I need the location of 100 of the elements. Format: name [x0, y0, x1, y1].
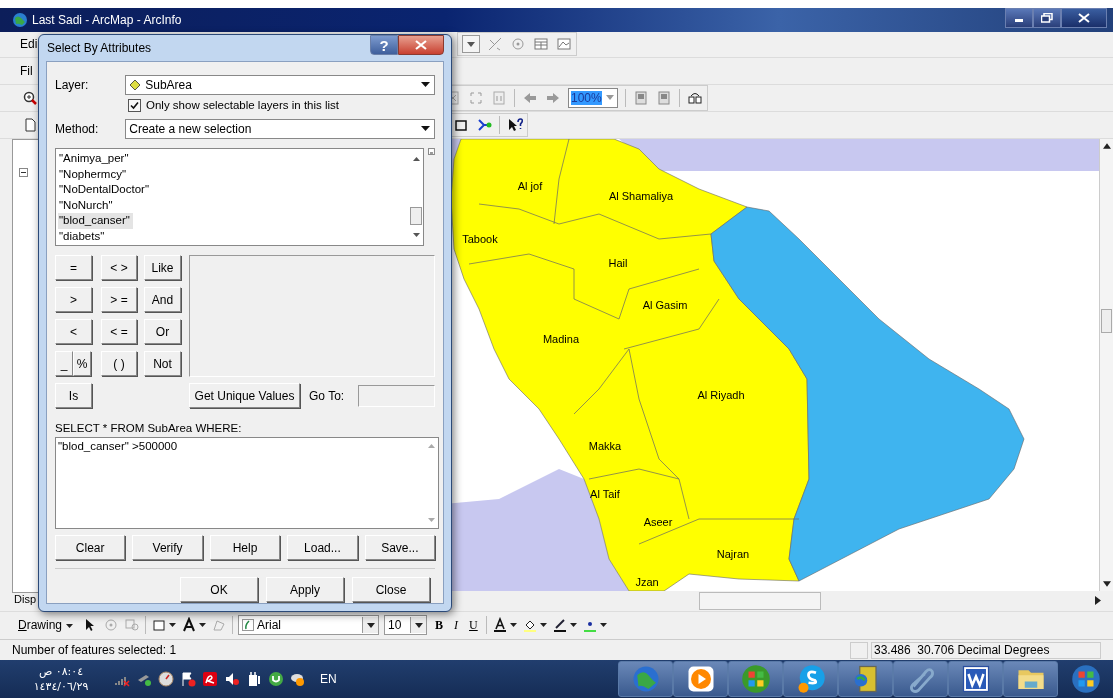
close-button[interactable] [398, 35, 444, 55]
caret-icon[interactable] [599, 623, 607, 628]
scroll-thumb[interactable] [699, 591, 821, 610]
operator-button[interactable]: < = [101, 319, 137, 344]
connector-icon[interactable] [476, 116, 492, 133]
word-processor-button[interactable] [948, 661, 1003, 697]
dialog-button[interactable]: Close [352, 577, 430, 602]
file-cabinet-button[interactable] [838, 661, 893, 697]
underline-button[interactable]: U [466, 617, 481, 633]
field-item[interactable]: "diabets" [58, 228, 108, 245]
caret-icon[interactable] [169, 623, 177, 628]
action-button[interactable]: Clear [55, 535, 126, 560]
paperclip-app-button[interactable] [893, 661, 948, 697]
collapse-icon[interactable] [19, 167, 28, 177]
resize-icon[interactable] [428, 148, 435, 155]
clock-time[interactable]: ٠٨:٠٤ ص [38, 664, 84, 679]
field-item[interactable]: "Nophermcy" [58, 166, 129, 183]
vertical-scrollbar[interactable] [1099, 138, 1113, 591]
language-indicator[interactable]: EN [320, 672, 337, 686]
windows-app-button[interactable] [728, 661, 783, 697]
torrent-icon[interactable] [268, 671, 284, 687]
italic-button[interactable]: I [451, 617, 462, 633]
font-field[interactable]: Arial [238, 615, 380, 636]
power-plug-icon[interactable] [246, 671, 262, 687]
dialog-button[interactable]: OK [180, 577, 258, 602]
caret-icon[interactable] [509, 623, 517, 628]
zoom-in-icon[interactable] [22, 89, 38, 106]
operator-button[interactable]: And [144, 287, 181, 312]
layer-dropdown[interactable]: SubArea [125, 74, 435, 95]
flag-icon[interactable] [180, 671, 196, 687]
go-to-field[interactable] [358, 384, 435, 407]
scroll-right-icon[interactable] [1095, 596, 1101, 606]
action-button[interactable]: Load... [287, 535, 358, 560]
query-label: SELECT * FROM SubArea WHERE: [55, 422, 243, 434]
operator-button[interactable]: = [55, 255, 92, 280]
layer-label: Layer: [55, 77, 90, 92]
speaker-icon[interactable] [224, 671, 240, 687]
operator-button[interactable]: < [55, 319, 92, 344]
drawing-menu[interactable]: Drawing [14, 616, 78, 635]
font-color-icon[interactable] [491, 617, 508, 634]
checkbox[interactable] [128, 98, 141, 112]
field-item[interactable]: "blod_canser" [58, 213, 133, 229]
get-unique-values-button[interactable]: Get Unique Values [189, 383, 300, 408]
method-dropdown[interactable]: Create a new selection [125, 118, 435, 139]
folder-button[interactable] [1003, 661, 1058, 697]
chat-app-button[interactable] [783, 661, 838, 697]
caret-icon[interactable] [199, 623, 207, 628]
scroll-thumb[interactable] [1101, 308, 1112, 333]
text-tool-icon[interactable] [181, 617, 198, 634]
caret-icon [467, 41, 476, 47]
help-button[interactable]: ? [370, 35, 398, 55]
operator-button[interactable]: < > [101, 255, 137, 280]
caret-icon [421, 126, 430, 131]
operator-button[interactable]: % [73, 351, 91, 376]
field-item[interactable]: "Animya_per" [58, 151, 132, 167]
display-tab[interactable]: Disp [12, 592, 41, 611]
scroll-up-icon[interactable] [1102, 142, 1111, 149]
operator-button[interactable]: Is [55, 383, 92, 408]
table-icon[interactable] [533, 36, 550, 53]
region-label: Aseer [643, 515, 673, 528]
font-size-field[interactable]: 10 [384, 615, 428, 636]
operator-button[interactable]: Or [144, 319, 181, 344]
action-button[interactable]: Save... [364, 535, 436, 560]
gauge-icon[interactable] [158, 671, 174, 687]
dialog-button[interactable]: Apply [266, 577, 344, 602]
app-icon[interactable] [202, 671, 218, 687]
page-icon[interactable] [632, 89, 649, 106]
action-button[interactable]: Help [209, 535, 281, 560]
operator-button[interactable]: ( ) [101, 351, 137, 376]
action-button[interactable]: Verify [132, 535, 203, 560]
media-player-button[interactable] [673, 661, 728, 697]
whats-this-icon[interactable] [507, 116, 523, 133]
scroll-up-icon[interactable] [412, 157, 420, 161]
caret-icon[interactable] [539, 623, 547, 628]
field-item[interactable]: "NoNurch" [58, 197, 116, 214]
caret-icon[interactable] [569, 623, 577, 628]
caret-icon [421, 82, 430, 87]
scroll-thumb[interactable] [410, 207, 423, 225]
operator-button[interactable]: > = [101, 287, 137, 312]
bold-button[interactable]: B [432, 617, 447, 633]
operator-button[interactable]: Not [144, 351, 181, 376]
scroll-down-icon[interactable] [412, 233, 420, 237]
dropdown-button[interactable] [462, 35, 481, 54]
clock-date[interactable]: ١٤٣٤/٠٦/٢٩ [33, 679, 89, 694]
picture-icon[interactable] [556, 36, 573, 53]
cloud-icon[interactable] [290, 671, 306, 687]
region-label: Al Shamaliya [608, 189, 674, 202]
editor-menu[interactable]: Edi [14, 37, 38, 52]
line-color-icon[interactable] [551, 617, 568, 634]
operator-button[interactable]: > [55, 287, 92, 312]
maximize-button[interactable] [1033, 7, 1061, 28]
minimize-button[interactable] [1005, 7, 1033, 28]
file-menu[interactable]: Fil [14, 64, 33, 79]
close-button[interactable] [1061, 7, 1107, 28]
scroll-down-icon[interactable] [1102, 580, 1111, 587]
caret-icon [605, 95, 614, 101]
field-item[interactable]: "NoDentalDoctor" [58, 182, 152, 198]
page-icon[interactable] [655, 89, 672, 106]
operator-button[interactable]: Like [144, 255, 181, 280]
operator-button[interactable]: _ [55, 351, 73, 376]
